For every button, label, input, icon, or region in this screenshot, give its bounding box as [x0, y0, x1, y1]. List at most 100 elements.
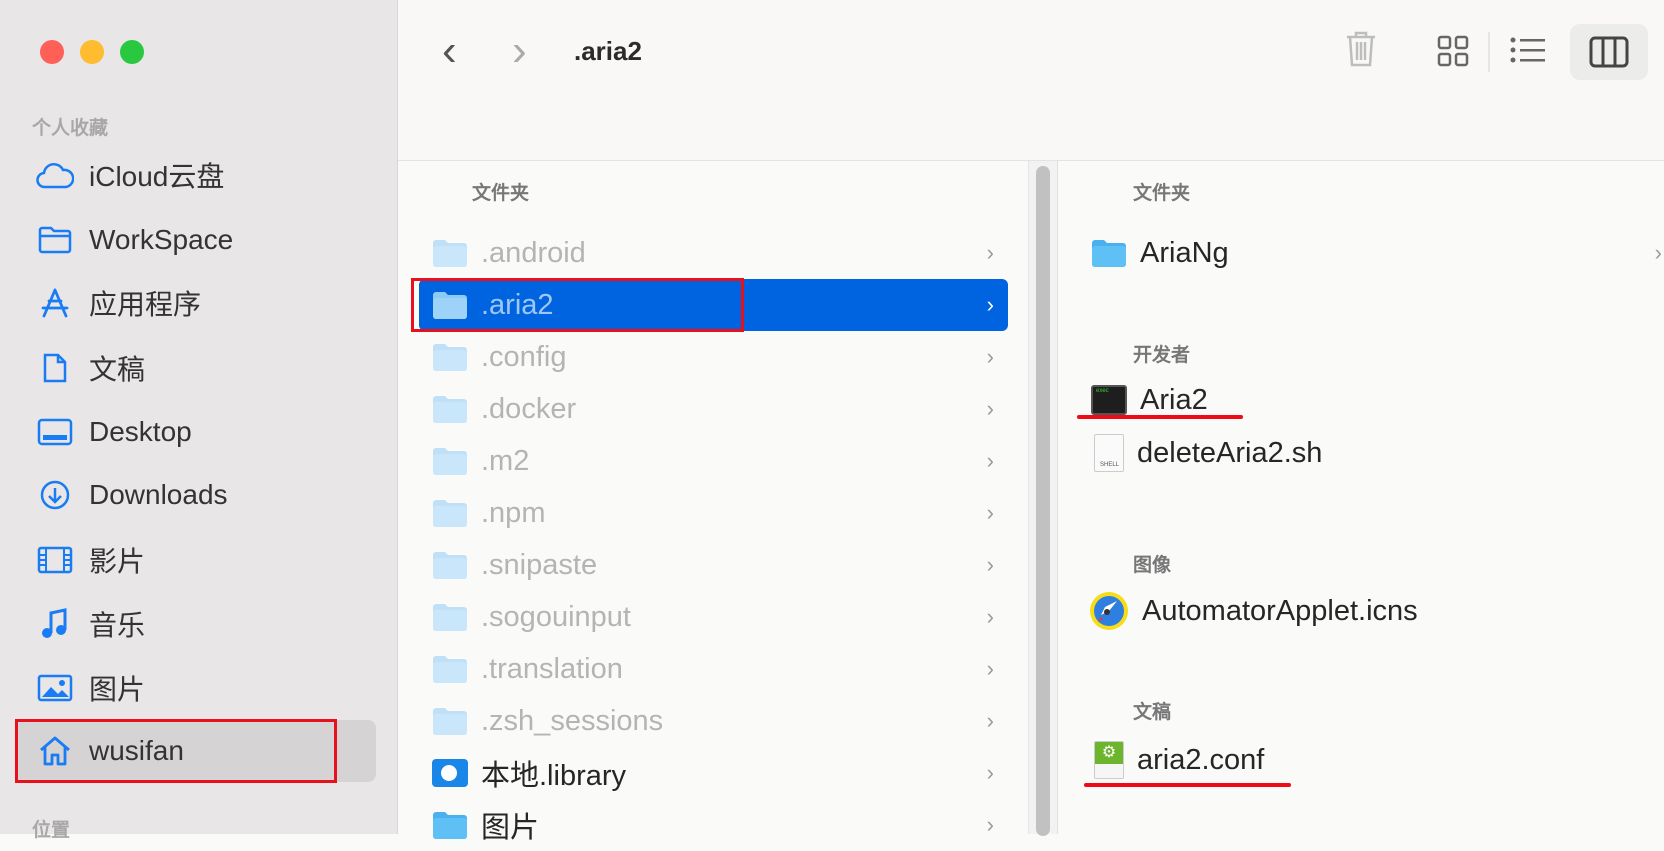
folder-icon — [433, 500, 467, 527]
film-icon — [35, 546, 75, 574]
chevron-right-icon: › — [986, 344, 994, 369]
sidebar-item-音乐[interactable]: 音乐 — [15, 593, 376, 655]
folder-item[interactable]: .translation › — [419, 643, 1008, 695]
folder-item[interactable]: .snipaste › — [419, 539, 1008, 591]
minimize-window-button[interactable] — [80, 40, 104, 64]
sidebar-item-label: 应用程序 — [89, 289, 202, 320]
folder-item[interactable]: 图片 › — [419, 799, 1008, 851]
folder-item-ariang[interactable]: AriaNg › — [1078, 227, 1664, 279]
shell-script-icon: SHELL — [1094, 434, 1124, 472]
folder-item[interactable]: .npm › — [419, 487, 1008, 539]
item-name: .sogouinput — [481, 600, 631, 633]
sidebar: 个人收藏 iCloud云盘 WorkSpace 应用程序文稿 Desktop Downl… — [0, 0, 398, 841]
sidebar-item-图片[interactable]: 图片 — [15, 657, 376, 719]
chevron-right-icon: › — [986, 656, 994, 681]
sidebar-item-文稿[interactable]: 文稿 — [15, 337, 376, 399]
library-icon — [432, 759, 468, 787]
chevron-right-icon: › — [986, 396, 994, 421]
toolbar-divider — [1488, 32, 1490, 72]
list-view-button[interactable] — [1510, 36, 1546, 66]
terminal-exec-icon: exec — [1091, 385, 1127, 415]
download-icon — [35, 479, 75, 511]
photo-icon — [35, 674, 75, 702]
chevron-right-icon: › — [986, 708, 994, 733]
folder-icon — [433, 396, 467, 423]
folder-icon — [433, 240, 467, 267]
music-icon — [35, 608, 75, 640]
locations-header: 位置 — [32, 820, 71, 841]
toolbar: ‹ › .aria2 — [398, 0, 1664, 161]
folder-icon — [433, 552, 467, 579]
sidebar-item-应用程序[interactable]: 应用程序 — [15, 272, 376, 334]
file-item-automatorapplet[interactable]: AutomatorApplet.icns — [1078, 585, 1664, 637]
folder-item[interactable]: .docker › — [419, 383, 1008, 435]
folder-item[interactable]: .config › — [419, 331, 1008, 383]
folder-icon — [433, 708, 467, 735]
chevron-right-icon: › — [986, 812, 994, 837]
chevron-right-icon: › — [986, 240, 994, 265]
folder-item[interactable]: .zsh_sessions › — [419, 695, 1008, 747]
sidebar-item-label: 图片 — [89, 674, 146, 705]
sidebar-item-label: 音乐 — [89, 610, 146, 641]
folder-icon — [433, 656, 467, 683]
middle-scrollbar[interactable] — [1028, 161, 1058, 836]
sidebar-item-desktop[interactable]: Desktop — [15, 401, 376, 463]
scrollbar-thumb[interactable] — [1036, 166, 1050, 836]
sidebar-item-label: WorkSpace — [89, 224, 234, 255]
item-name: .android — [481, 236, 586, 269]
folder-item[interactable]: .m2 › — [419, 435, 1008, 487]
sidebar-item-label: iCloud云盘 — [89, 161, 225, 192]
sidebar-item-label: Desktop — [89, 416, 192, 447]
sidebar-item-影片[interactable]: 影片 — [15, 529, 376, 591]
annotation-box — [15, 719, 337, 783]
item-name: .docker — [481, 392, 577, 425]
window-title: .aria2 — [574, 36, 642, 66]
file-item-deletearia2[interactable]: SHELL deleteAria2.sh — [1078, 427, 1664, 479]
zoom-window-button[interactable] — [120, 40, 144, 64]
item-name: .snipaste — [481, 548, 598, 581]
favorites-header: 个人收藏 — [32, 118, 109, 139]
back-button[interactable]: ‹ — [442, 26, 457, 76]
chevron-right-icon: › — [986, 552, 994, 577]
file-item-aria2-conf[interactable]: ⚙ aria2.conf — [1078, 734, 1664, 786]
item-name: 本地.library — [481, 760, 627, 792]
document-icon — [35, 352, 75, 384]
trash-icon[interactable] — [1344, 30, 1378, 68]
config-file-icon: ⚙ — [1094, 741, 1124, 779]
annotation-underline — [1077, 415, 1243, 419]
images-header: 图像 — [1133, 555, 1172, 576]
middle-column-header: 文件夹 — [472, 183, 530, 204]
chevron-right-icon: › — [1654, 240, 1662, 265]
folder-icon — [1092, 240, 1126, 267]
chevron-right-icon: › — [986, 448, 994, 473]
sidebar-item-label: Downloads — [89, 479, 228, 510]
sidebar-item-workspace[interactable]: WorkSpace — [15, 209, 376, 271]
annotation-underline — [1084, 783, 1291, 787]
chevron-right-icon: › — [986, 760, 994, 785]
desktop-icon — [35, 418, 75, 446]
folder-item[interactable]: 本地.library › — [419, 747, 1008, 799]
folder-icon — [433, 812, 467, 839]
sidebar-item-icloud云盘[interactable]: iCloud云盘 — [15, 144, 376, 206]
icon-view-button[interactable] — [1437, 35, 1469, 67]
folders-header: 文件夹 — [1133, 183, 1191, 204]
folder-item[interactable]: .sogouinput › — [419, 591, 1008, 643]
developer-header: 开发者 — [1133, 345, 1191, 366]
forward-button[interactable]: › — [512, 26, 527, 76]
folder-item[interactable]: .android › — [419, 227, 1008, 279]
item-name: aria2.conf — [1137, 743, 1265, 776]
sidebar-item-downloads[interactable]: Downloads — [15, 464, 376, 526]
item-name: deleteAria2.sh — [1137, 436, 1323, 469]
chevron-right-icon: › — [986, 292, 994, 317]
documents-header: 文稿 — [1133, 702, 1172, 723]
sidebar-item-label: 影片 — [89, 546, 146, 577]
item-name: AriaNg — [1140, 236, 1229, 269]
item-name: .config — [481, 340, 567, 373]
sidebar-item-label: 文稿 — [89, 354, 146, 385]
chevron-right-icon: › — [986, 500, 994, 525]
folder-icon — [433, 344, 467, 371]
column-view-button[interactable] — [1570, 24, 1648, 80]
folder-icon — [433, 448, 467, 475]
applications-icon — [35, 287, 75, 319]
close-window-button[interactable] — [40, 40, 64, 64]
